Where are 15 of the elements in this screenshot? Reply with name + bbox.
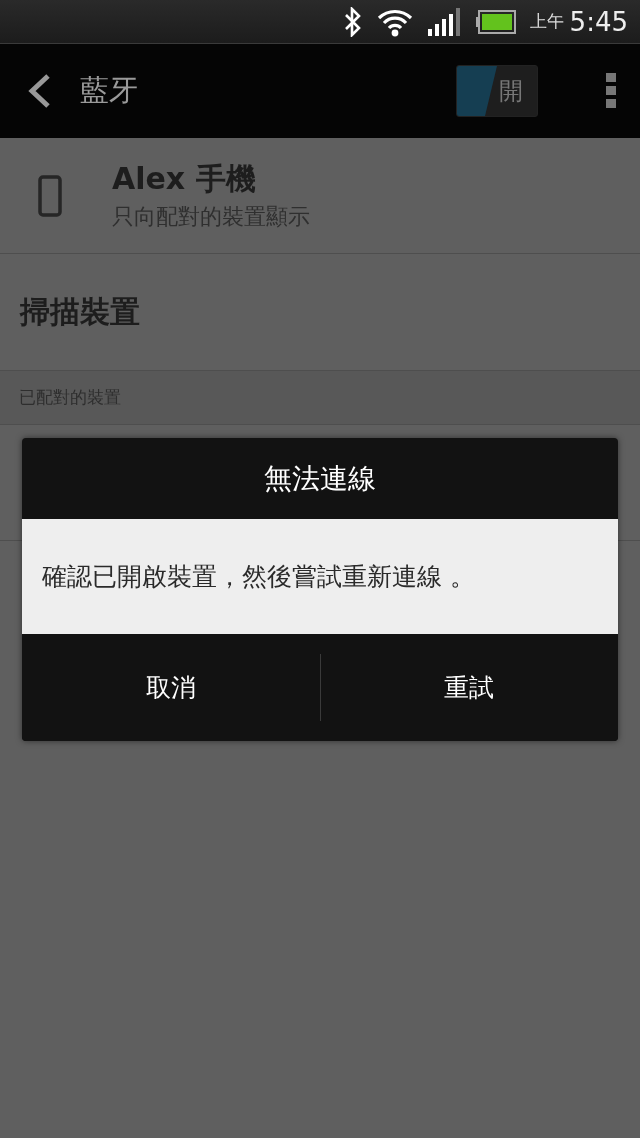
dialog-message: 確認已開啟裝置，然後嘗試重新連線 。 — [42, 561, 475, 593]
screen-title: 藍牙 — [80, 72, 139, 109]
back-icon[interactable] — [26, 73, 52, 109]
dialog-title: 無法連線 — [264, 460, 376, 497]
phone-icon — [38, 174, 62, 217]
more-icon[interactable] — [606, 73, 616, 109]
battery-icon — [475, 9, 516, 34]
signal-icon — [427, 7, 462, 36]
device-name: Alex 手機 — [112, 160, 257, 198]
time-period: 上午 — [529, 10, 564, 33]
clock-time: 5:45 — [569, 6, 628, 37]
dialog-button[interactable]: 重試 — [320, 634, 618, 741]
dialog-button[interactable]: 取消 — [22, 634, 320, 741]
bluetooth-icon — [343, 6, 362, 37]
bluetooth-toggle[interactable]: 開 — [456, 65, 538, 117]
